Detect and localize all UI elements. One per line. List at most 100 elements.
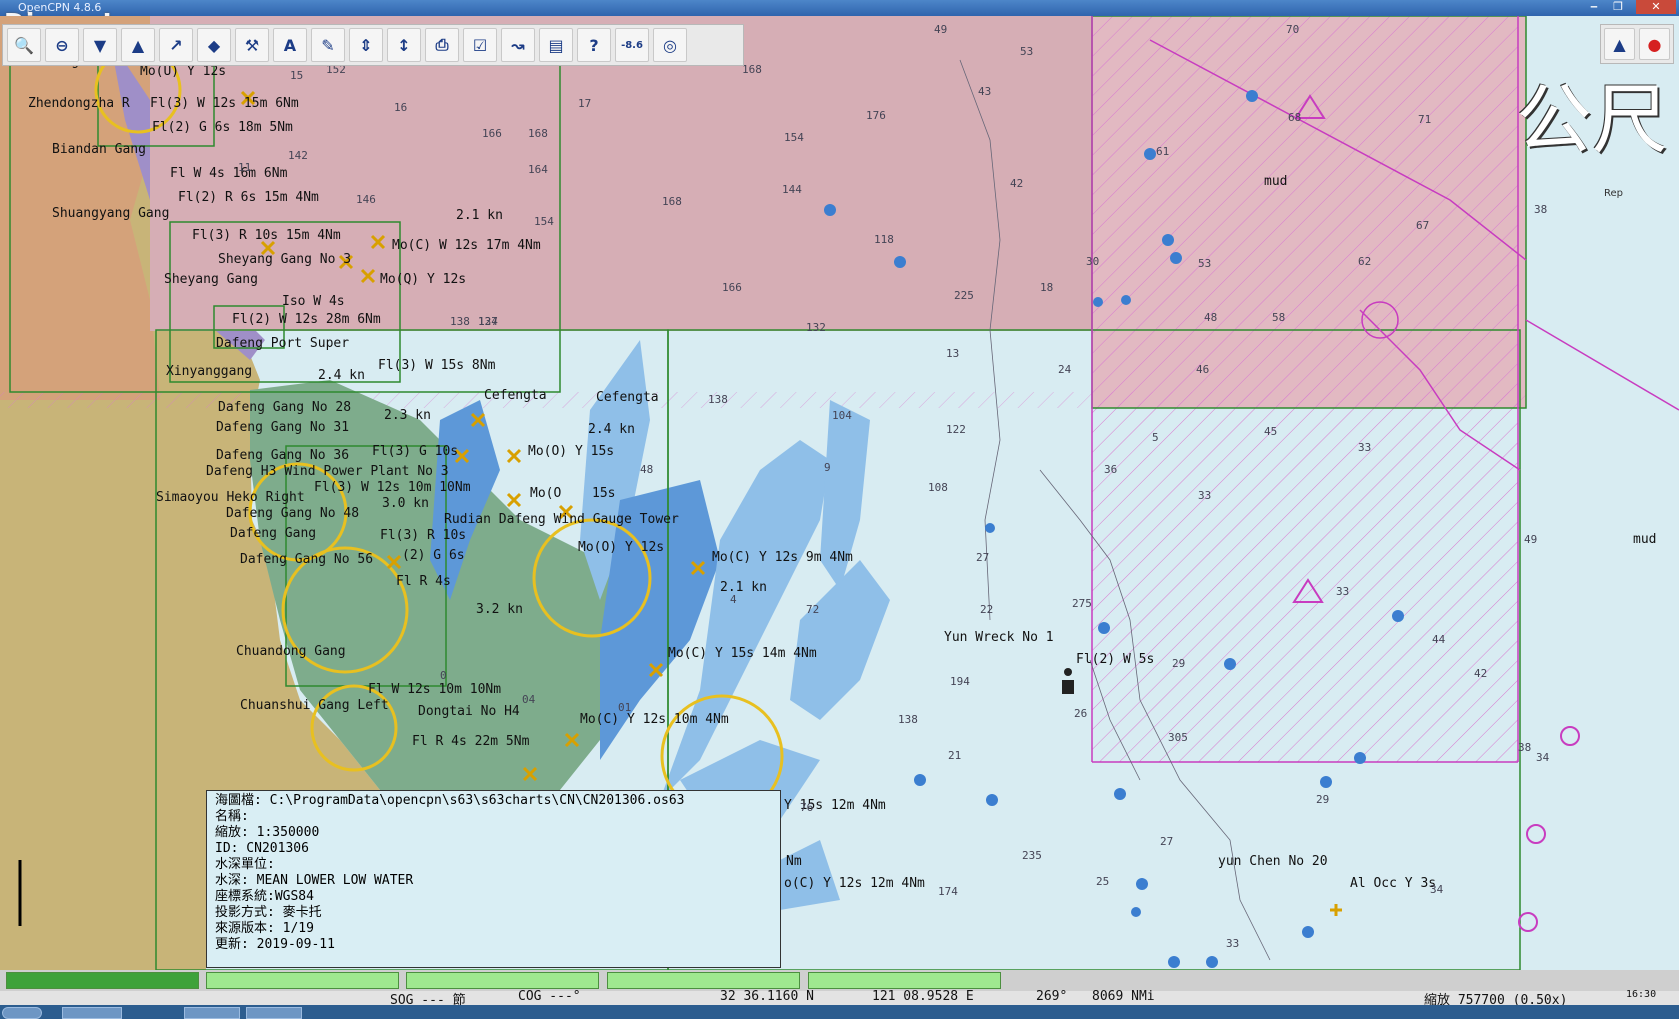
depth-sounding: 164 xyxy=(528,163,548,176)
info-line: 更新: 2019-09-11 xyxy=(215,937,335,952)
chart-label: Dafeng Gang No 36 xyxy=(216,448,350,463)
depth-sounding: 26 xyxy=(1074,707,1088,720)
chart-label: Al Occ Y 3s xyxy=(1350,876,1437,891)
depth-sounding: 194 xyxy=(950,675,970,688)
chart-label: Dongtai No H4 xyxy=(418,704,520,719)
chart-label: 2.1 kn xyxy=(720,580,767,595)
depth-unit-watermark: 公尺 xyxy=(1516,75,1668,164)
depth-sounding: 45 xyxy=(1264,425,1278,438)
depth-sounding: 34 xyxy=(1430,883,1444,896)
ship-icon[interactable]: ▲ xyxy=(121,28,155,62)
chart-label: 2.4 kn xyxy=(588,422,635,437)
depth-sounding: 138 xyxy=(708,393,728,406)
chart-label: Dafeng Gang No 48 xyxy=(226,506,360,521)
chart-label: Dafeng Gang No 28 xyxy=(218,400,352,415)
chart-label: Fl(3) W 12s 10m 10Nm xyxy=(314,480,471,495)
lifebuoy-icon[interactable]: ◎ xyxy=(653,28,687,62)
compass-icon[interactable]: -8.6 xyxy=(615,28,649,62)
depth-sounding: 138 xyxy=(898,713,918,726)
chart-label: Shuangyang Gang xyxy=(52,206,170,221)
layer-icon[interactable]: ▤ xyxy=(539,28,573,62)
print-icon[interactable]: ⎙ xyxy=(425,28,459,62)
depth-sounding: 235 xyxy=(1022,849,1042,862)
depth-sounding: 0 xyxy=(440,669,447,682)
route-icon[interactable]: ↗ xyxy=(159,28,193,62)
depth-sounding: 168 xyxy=(662,195,682,208)
depth-sounding: 30 xyxy=(1086,255,1100,268)
depth-sounding: 68 xyxy=(1288,111,1302,124)
chart-label: Fl(3) R 10s xyxy=(380,528,467,543)
chart-label: Mo(O xyxy=(530,486,562,501)
track-icon[interactable]: ◆ xyxy=(197,28,231,62)
pencil-icon[interactable]: ✎ xyxy=(311,28,345,62)
chart-label: 15s xyxy=(592,486,616,501)
chart-bar-segment[interactable] xyxy=(808,972,1001,989)
ais-icon[interactable]: ↝ xyxy=(501,28,535,62)
depth-sounding: 166 xyxy=(482,127,502,140)
chart-label: Rudian Dafeng Wind Gauge Tower xyxy=(444,512,679,527)
minimize-button[interactable]: ‒ xyxy=(1582,0,1606,14)
depth-sounding: 146 xyxy=(356,193,376,206)
chart-label: Chuandong Gang xyxy=(236,644,346,659)
gps-status-icon[interactable]: ● xyxy=(1639,28,1670,60)
depth-sounding: 4 xyxy=(730,593,737,606)
maximize-button[interactable]: ❐ xyxy=(1606,0,1630,14)
scale-up-icon[interactable]: ⇕ xyxy=(349,28,383,62)
chart-label: Mo(C) Y 15s 14m 4Nm xyxy=(668,646,817,661)
chart-label: Fl R 4s 22m 5Nm xyxy=(412,734,530,749)
help-icon[interactable]: ? xyxy=(577,28,611,62)
chart-bar-segment[interactable] xyxy=(406,972,599,989)
depth-sounding: 46 xyxy=(1196,363,1210,376)
depth-sounding: 49 xyxy=(1524,533,1538,546)
tide-icon[interactable]: ▼ xyxy=(83,28,117,62)
info-line: 來源版本: 1/19 xyxy=(215,921,314,936)
depth-sounding: 144 xyxy=(782,183,802,196)
chart-label: Sheyang Gang xyxy=(164,272,258,287)
depth-sounding: 34 xyxy=(1536,751,1550,764)
zoom-out-icon[interactable]: ⊖ xyxy=(45,28,79,62)
title-bar: OpenCPN 4.8.6 ‒ ❐ ✕ xyxy=(0,0,1679,16)
depth-sounding: 70 xyxy=(1286,23,1300,36)
info-line: 縮放: 1:350000 xyxy=(215,825,320,840)
chart-label: 2.1 kn xyxy=(456,208,503,223)
chart-bar-segment[interactable] xyxy=(6,972,199,989)
settings-icon[interactable]: ⚒ xyxy=(235,28,269,62)
depth-sounding: 18 xyxy=(1040,281,1054,294)
chart-label: 2.4 kn xyxy=(318,368,365,383)
chart-label: mud xyxy=(1264,174,1288,189)
depth-sounding: 15 xyxy=(290,69,304,82)
scale-down-icon[interactable]: ↕ xyxy=(387,28,421,62)
start-button[interactable] xyxy=(2,1007,42,1019)
depth-sounding: 29 xyxy=(1172,657,1186,670)
depth-sounding: 48 xyxy=(1204,311,1218,324)
depth-sounding: 76 xyxy=(800,801,814,814)
depth-sounding: 48 xyxy=(640,463,654,476)
depth-sounding: 305 xyxy=(1168,731,1188,744)
taskbar-app[interactable] xyxy=(246,1007,302,1019)
depth-sounding: 22 xyxy=(980,603,994,616)
compass-icon[interactable]: ▲ xyxy=(1604,28,1635,60)
chart-bar-segment[interactable] xyxy=(206,972,399,989)
depth-sounding: 13 xyxy=(946,347,960,360)
taskbar-app[interactable] xyxy=(184,1007,240,1019)
hatched-zone xyxy=(1092,16,1518,762)
taskbar-app[interactable] xyxy=(62,1007,122,1019)
rep-marker: Rep xyxy=(1604,188,1623,199)
info-line: 座標系統:WGS84 xyxy=(215,889,314,904)
chart-bar-segment[interactable] xyxy=(607,972,800,989)
bearing-readout: 269° xyxy=(1036,989,1068,1004)
chart-icon[interactable]: ☑ xyxy=(463,28,497,62)
depth-sounding: 25 xyxy=(1096,875,1110,888)
zoom-in-icon[interactable]: 🔍 xyxy=(7,28,41,62)
chart-info-panel: 海圖檔: C:\ProgramData\opencpn\s63\s63chart… xyxy=(206,790,781,968)
depth-sounding: 142 xyxy=(288,149,308,162)
text-icon[interactable]: A xyxy=(273,28,307,62)
chart-label: 3.2 kn xyxy=(476,602,523,617)
depth-sounding: 01 xyxy=(618,701,632,714)
main-toolbar: 🔍 ⊖ ▼ ▲ ↗ ◆ ⚒ A ✎ ⇕ ↕ ⎙ ☑ ↝ ▤? -8.6 ◎ xyxy=(2,24,744,66)
depth-sounding: 17 xyxy=(578,97,592,110)
depth-sounding: 58 xyxy=(1272,311,1286,324)
chart-label: Fl(3) W 12s 15m 6Nm xyxy=(150,96,299,111)
depth-sounding: 33 xyxy=(1358,441,1372,454)
close-button[interactable]: ✕ xyxy=(1636,0,1676,14)
